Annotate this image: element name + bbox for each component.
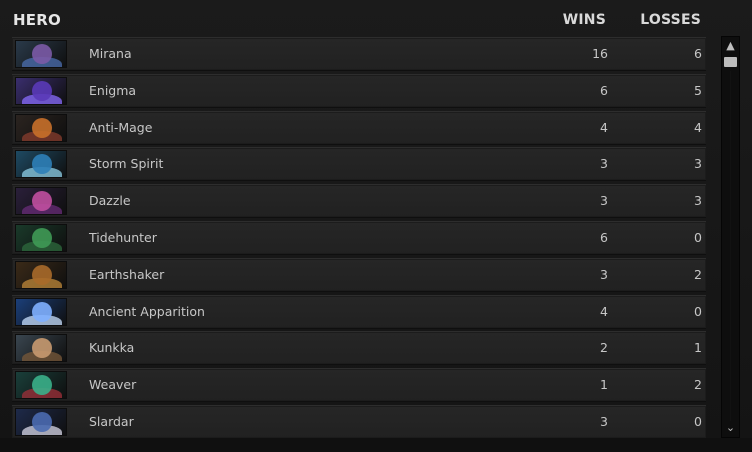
table-row[interactable]: Kunkka 2 1 [12,331,706,366]
table-row[interactable]: Ancient Apparition 4 0 [12,294,706,329]
table-row[interactable]: Weaver 1 2 [12,368,706,403]
losses-column-header[interactable]: LOSSES [640,12,701,28]
hero-wins: 3 [600,193,608,209]
chevron-down-icon[interactable]: ⌄ [722,419,739,437]
hero-losses: 1 [694,340,702,356]
hero-losses: 0 [694,230,702,245]
hero-wins: 4 [600,119,608,135]
portrait-head [32,44,52,64]
hero-name: Dazzle [89,193,131,209]
hero-losses: 0 [694,414,702,429]
hero-portrait [15,150,67,179]
hero-wins: 16 [592,46,608,61]
hero-name: Earthshaker [89,266,165,282]
hero-portrait [15,76,67,105]
hero-losses: 2 [694,377,702,393]
wins-column-header[interactable]: WINS [563,12,606,28]
chevron-up-icon[interactable]: ▲ [722,37,739,55]
hero-portrait [15,334,67,363]
portrait-head [32,412,52,432]
hero-name: Slardar [89,414,134,429]
portrait-head [32,117,52,138]
hero-name: Enigma [89,82,137,98]
hero-losses: 4 [694,119,702,135]
hero-wins: 3 [600,156,608,172]
hero-name: Storm Spirit [89,156,164,172]
hero-portrait [15,297,67,326]
table-row[interactable]: Slardar 3 0 [12,405,706,439]
hero-name: Mirana [89,46,132,61]
table-row[interactable]: Dazzle 3 3 [12,184,706,219]
table-row[interactable]: Mirana 16 6 [12,37,706,71]
hero-column-header[interactable]: HERO [13,11,61,29]
hero-portrait [15,408,67,436]
hero-losses: 3 [694,156,702,172]
panel-bottom-edge [0,438,752,452]
table-header: HERO WINS LOSSES [0,0,752,36]
hero-portrait [15,40,67,68]
portrait-head [32,301,52,322]
hero-wins: 2 [600,340,608,356]
hero-portrait [15,187,67,216]
hero-losses: 5 [694,82,702,98]
vertical-scrollbar[interactable]: ▲ ⌄ [721,36,740,438]
hero-losses: 3 [694,193,702,209]
hero-list: Mirana 16 6 Enigma 6 5 Anti-Mage 4 4 Storm Spirit… [12,36,709,439]
table-row[interactable]: Storm Spirit 3 3 [12,147,706,182]
hero-wins: 4 [600,303,608,319]
hero-portrait [15,113,67,142]
hero-wins: 6 [600,82,608,98]
hero-wins: 3 [600,414,608,429]
scroll-track [730,71,731,421]
hero-losses: 6 [694,46,702,61]
hero-portrait [15,260,67,289]
hero-losses: 0 [694,303,702,319]
hero-stats-panel: HERO WINS LOSSES Mirana 16 6 Enigma 6 5 Anti-M… [0,0,752,452]
hero-name: Anti-Mage [89,119,153,135]
portrait-head [32,228,52,248]
hero-name: Tidehunter [89,230,157,245]
table-row[interactable]: Anti-Mage 4 4 [12,110,706,145]
hero-name: Kunkka [89,340,135,356]
hero-wins: 6 [600,230,608,245]
portrait-head [32,80,52,101]
scroll-thumb[interactable] [724,57,737,67]
table-row[interactable]: Tidehunter 6 0 [12,221,706,255]
hero-wins: 3 [600,266,608,282]
hero-portrait [15,224,67,252]
hero-name: Ancient Apparition [89,303,205,319]
hero-wins: 1 [600,377,608,393]
table-row[interactable]: Earthshaker 3 2 [12,257,706,292]
hero-name: Weaver [89,377,137,393]
portrait-head [32,264,52,285]
hero-losses: 2 [694,266,702,282]
table-row[interactable]: Enigma 6 5 [12,73,706,108]
hero-portrait [15,371,67,400]
